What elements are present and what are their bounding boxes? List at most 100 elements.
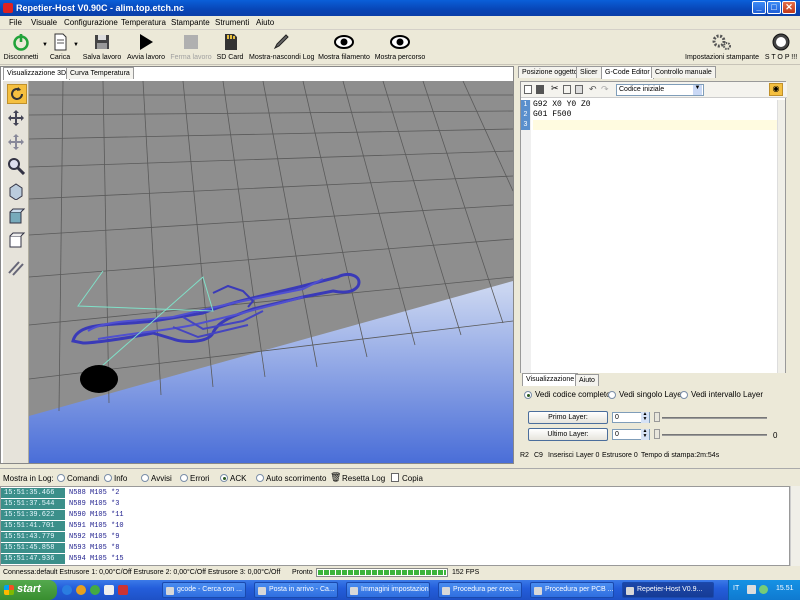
log-area[interactable]: 15:51:35.466 N588 M105 *2 15:51:37.544 N58… [0,486,790,566]
zoom-icon[interactable] [7,157,27,177]
toggle-log-button[interactable]: Mostra-nascondi Log [249,33,314,61]
log-row: 15:51:37.544 N589 M105 *3 [1,499,789,509]
move-object-icon[interactable] [7,133,27,153]
app-icon[interactable] [118,585,128,595]
parallel-view-icon[interactable] [7,259,27,279]
code-line[interactable]: G01 F500 [533,110,571,120]
3d-viewport[interactable] [3,81,513,463]
filter-info-toggle[interactable] [104,474,112,482]
eye-toggle-icon[interactable]: ◉ [769,83,783,96]
tab-slicer[interactable]: Slicer [576,66,602,78]
tab-object-position[interactable]: Posizione oggetto [518,66,582,78]
stop-job-button[interactable]: Ferma lavoro [170,33,212,61]
minimize-button[interactable]: _ [752,1,766,14]
paste-icon[interactable] [575,85,583,94]
dropdown-arrow-icon[interactable]: ▼ [73,42,79,48]
taskbar: start gcode - Cerca con ... Posta in arr… [0,580,800,600]
network-icon[interactable] [747,585,756,594]
last-layer-slider-thumb[interactable] [654,429,660,439]
maximize-button[interactable]: □ [767,1,781,14]
tab-temperature-curve[interactable]: Curva Temperatura [66,67,134,79]
task-procedure-pcb[interactable]: Procedura per PCB ... [530,582,614,598]
clock: 15.51 [776,585,794,592]
status-bar: Connessa:default Estrusore 1: 0,00°C/Off… [0,566,800,580]
last-layer-slider[interactable] [662,434,767,436]
tab-visualization[interactable]: Visualizzazione [522,373,579,386]
first-layer-button[interactable]: Primo Layer: [528,411,608,424]
menu-file[interactable]: File [9,18,22,27]
load-button[interactable]: Carica [48,33,72,61]
cut-icon[interactable]: ✂ [551,83,559,94]
log-scrollbar[interactable] [790,486,800,566]
task-repetier-host[interactable]: Repetier-Host V0.9... [622,582,714,598]
spinner-icon[interactable]: ▲ ▼ [641,429,649,440]
reset-log-button[interactable]: Resetta Log [342,474,385,483]
move-view-icon[interactable] [7,109,27,129]
task-image-settings[interactable]: Immagini impostazioni [346,582,430,598]
close-button[interactable]: ✕ [782,1,796,14]
code-line[interactable]: G92 X0 Y0 Z0 [533,100,591,110]
menu-stampante[interactable]: Stampante [171,18,210,27]
code-line-current[interactable] [533,120,783,130]
new-icon[interactable] [524,85,532,94]
tray-icon[interactable] [759,585,768,594]
filter-ack-toggle[interactable] [220,474,228,482]
ready-status: Pronto [292,569,313,576]
auto-scroll-toggle[interactable] [256,474,264,482]
menu-strumenti[interactable]: Strumenti [215,18,249,27]
show-path-button[interactable]: Mostra percorso [374,33,426,61]
copy-log-button[interactable]: Copia [402,474,423,483]
editor-scrollbar[interactable] [777,100,785,373]
rotate-icon[interactable] [7,84,27,104]
printer-settings-button[interactable]: Impostazioni stampante [684,33,760,61]
task-inbox[interactable]: Posta in arrivo - Ca... [254,582,338,598]
log-row: 15:51:41.701 N591 M105 *10 [1,521,789,531]
sd-card-icon [220,33,240,51]
save-icon[interactable] [536,85,544,94]
view-front-icon[interactable] [7,207,27,227]
explorer-icon[interactable] [104,585,114,595]
copy-icon[interactable] [563,85,571,94]
save-job-button[interactable]: Salva lavoro [82,33,122,61]
menu-visuale[interactable]: Visuale [31,18,57,27]
start-button[interactable]: start [0,580,57,600]
radio-full-code[interactable] [524,391,532,399]
view-iso-icon[interactable] [7,182,27,202]
section-select[interactable]: Codice iniziale ▼ [616,84,704,96]
tab-3d-view[interactable]: Visualizzazione 3D [3,67,71,80]
first-layer-slider-thumb[interactable] [654,412,660,422]
radio-single-layer[interactable] [608,391,616,399]
show-filament-button[interactable]: Mostra filamento [318,33,370,61]
menu-configurazione[interactable]: Configurazione [64,18,118,27]
task-procedure-create[interactable]: Procedura per crea... [438,582,522,598]
emergency-stop-button[interactable]: S T O P !!! [764,33,798,61]
tab-gcode-editor[interactable]: G-Code Editor [601,66,654,79]
tab-manual-control[interactable]: Controllo manuale [651,66,716,78]
radio-layer-range[interactable] [680,391,688,399]
view-top-icon[interactable] [7,231,27,251]
tab-help[interactable]: Aiuto [575,374,599,386]
task-gcode-search[interactable]: gcode - Cerca con ... [162,582,246,598]
first-layer-slider[interactable] [662,417,767,419]
start-job-button[interactable]: Avvia lavoro [126,33,166,61]
title-bar: Repetier-Host V0.90C - alim.top.etch.nc … [0,0,800,16]
sd-card-button[interactable]: SD Card [216,33,244,61]
gcode-editor[interactable]: ✂ ↶ ↷ Codice iniziale ▼ ◉ 1 2 3 G92 X0 Y… [520,81,787,374]
line-number: 2 [521,110,530,120]
copy-icon[interactable] [391,473,399,482]
spinner-icon[interactable]: ▲ ▼ [641,412,649,423]
menu-temperatura[interactable]: Temperatura [121,18,166,27]
filter-errors-toggle[interactable] [180,474,188,482]
last-layer-button[interactable]: Ultimo Layer: [528,428,608,441]
browser-icon[interactable] [62,585,72,595]
firefox-icon[interactable] [76,585,86,595]
redo-icon[interactable]: ↷ [601,84,609,95]
language-indicator[interactable]: IT [733,585,739,592]
menu-aiuto[interactable]: Aiuto [256,18,274,27]
disconnect-button[interactable]: Disconnetti [2,33,40,61]
trash-icon[interactable]: 🗑 [330,472,341,483]
undo-icon[interactable]: ↶ [589,84,597,95]
filter-commands-toggle[interactable] [57,474,65,482]
quicklaunch-icon[interactable] [90,585,100,595]
filter-warnings-toggle[interactable] [141,474,149,482]
